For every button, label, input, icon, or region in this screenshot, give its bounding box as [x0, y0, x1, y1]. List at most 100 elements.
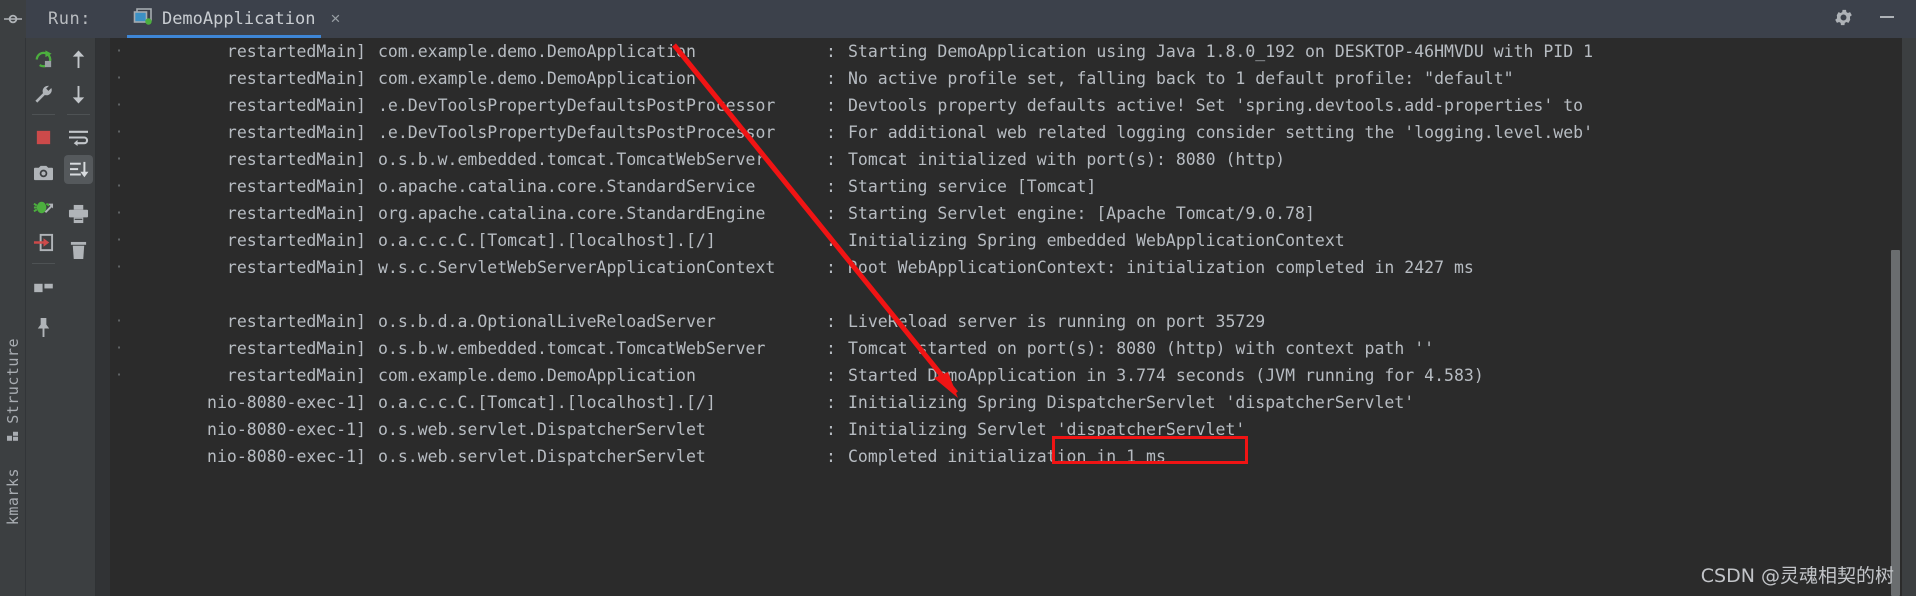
sidebar-item-label: Structure [3, 338, 22, 424]
log-thread: restartedMain] [226, 204, 366, 223]
log-line[interactable]: nio-8080-exec-1] o.a.c.c.C.[Tomcat].[loca… [96, 389, 1916, 416]
log-message: No active profile set, falling back to 1… [848, 69, 1514, 88]
minimize-icon[interactable] [1876, 7, 1898, 31]
soft-wrap-icon [69, 130, 89, 147]
log-thread: restartedMain] [226, 69, 366, 88]
stop-button[interactable] [26, 120, 61, 155]
log-thread: restartedMain] [226, 177, 366, 196]
close-icon[interactable]: × [330, 9, 340, 29]
toolbar-separator [67, 114, 90, 115]
log-thread: restartedMain] [226, 339, 366, 358]
log-line[interactable]: · restartedMain] .e.DevToolsPropertyDefaul… [96, 92, 1916, 119]
console-toolbar-secondary [61, 38, 96, 596]
log-thread: restartedMain] [226, 42, 366, 61]
gear-icon[interactable] [1833, 7, 1854, 32]
pin-icon [37, 318, 50, 337]
log-message: Root WebApplicationContext: initializati… [848, 258, 1474, 277]
log-thread: restartedMain] [226, 366, 366, 385]
rerun-green-arrow-icon [35, 50, 52, 68]
log-line[interactable]: · restartedMain] w.s.c.ServletWebServerApp… [96, 254, 1916, 281]
log-line[interactable]: · restartedMain] com.example.demo.DemoAppl… [96, 65, 1916, 92]
log-message: Devtools property defaults active! Set '… [848, 96, 1584, 115]
camera-icon [34, 165, 53, 181]
soft-wrap-button[interactable] [61, 120, 96, 155]
log-separator: : [826, 339, 836, 358]
log-message: Tomcat started on port(s): 8080 (http) w… [848, 339, 1435, 358]
sidebar-item-label: kmarks [3, 468, 22, 526]
log-logger: o.apache.catalina.core.StandardService [378, 177, 756, 196]
structure-icon [4, 431, 22, 443]
stop-red-square-icon [36, 130, 51, 145]
run-toolbar-primary [26, 38, 61, 596]
log-message: Starting DemoApplication using Java 1.8.… [848, 42, 1594, 61]
watermark: CSDN @灵魂相契的树 [1700, 565, 1894, 587]
log-line[interactable]: · restartedMain] o.apache.catalina.core.St… [96, 173, 1916, 200]
log-thread: nio-8080-exec-1] [207, 420, 366, 439]
run-toolwindow-header: Run: DemoApplication × [0, 0, 1916, 38]
sidebar-item-bookmarks[interactable]: kmarks [4, 468, 22, 525]
log-line[interactable]: · restartedMain] o.s.b.w.embedded.tomcat.T… [96, 146, 1916, 173]
console-scrollbar-track[interactable] [1902, 38, 1916, 596]
log-logger: com.example.demo.DemoApplication [378, 69, 696, 88]
log-separator: : [826, 96, 836, 115]
console-scrollbar-thumb[interactable] [1891, 250, 1900, 596]
log-thread: restartedMain] [226, 258, 366, 277]
log-separator: : [826, 204, 836, 223]
log-separator: : [826, 447, 836, 466]
log-logger: o.a.c.c.C.[Tomcat].[localhost].[/] [378, 393, 716, 412]
hide-toolwindow-icon [4, 14, 22, 24]
log-line[interactable]: · restartedMain] o.s.b.w.embedded.tomcat.T… [96, 335, 1916, 362]
log-logger: w.s.c.ServletWebServerApplicationContext [378, 258, 776, 277]
log-line[interactable]: · restartedMain] org.apache.catalina.core.… [96, 200, 1916, 227]
log-logger: org.apache.catalina.core.StandardEngine [378, 204, 766, 223]
print-button[interactable] [61, 196, 96, 231]
log-logger: .e.DevToolsPropertyDefaultsPostProcessor [378, 96, 776, 115]
log-logger: o.s.b.d.a.OptionalLiveReloadServer [378, 312, 716, 331]
screenshot-button[interactable] [26, 155, 61, 190]
collapse-handle[interactable] [0, 0, 26, 38]
log-line[interactable]: · restartedMain] .e.DevToolsPropertyDefaul… [96, 119, 1916, 146]
left-tool-rail: Structure kmarks [0, 38, 26, 596]
log-separator: : [826, 366, 836, 385]
log-thread: restartedMain] [226, 96, 366, 115]
scroll-to-end-button[interactable] [64, 155, 93, 184]
log-separator: : [826, 150, 836, 169]
log-line[interactable]: · restartedMain] com.example.demo.DemoAppl… [96, 362, 1916, 389]
log-line[interactable]: · restartedMain] com.example.demo.DemoAppl… [96, 38, 1916, 65]
log-message: Starting Servlet engine: [Apache Tomcat/… [848, 204, 1315, 223]
log-separator: : [826, 393, 836, 412]
edit-configuration-button[interactable] [26, 77, 61, 112]
green-bug-icon [33, 201, 54, 214]
log-logger: o.s.web.servlet.DispatcherServlet [378, 420, 706, 439]
console-output-panel[interactable]: · restartedMain] com.example.demo.DemoAppl… [96, 38, 1916, 596]
pin-tab-button[interactable] [26, 310, 61, 345]
printer-icon [68, 204, 89, 223]
log-separator: : [826, 123, 836, 142]
attach-debugger-button[interactable] [26, 190, 61, 225]
tab-demoapplication[interactable]: DemoApplication × [119, 0, 350, 38]
layout-button[interactable] [26, 270, 61, 305]
log-separator: : [826, 231, 836, 250]
rerun-button[interactable] [26, 42, 61, 77]
export-button[interactable] [26, 225, 61, 260]
log-logger: .e.DevToolsPropertyDefaultsPostProcessor [378, 123, 776, 142]
highlight-box-dispatcherservlet [1052, 436, 1248, 464]
log-line[interactable]: nio-8080-exec-1] o.s.web.servlet.Dispatch… [96, 416, 1916, 443]
tab-label: DemoApplication [161, 9, 316, 29]
toolbar-separator [32, 263, 55, 264]
scroll-up-button[interactable] [61, 42, 96, 77]
clear-all-button[interactable] [61, 233, 96, 268]
scroll-down-button[interactable] [61, 77, 96, 112]
sidebar-item-structure[interactable]: Structure [4, 338, 22, 443]
log-logger: o.a.c.c.C.[Tomcat].[localhost].[/] [378, 231, 716, 250]
log-line[interactable]: · restartedMain] o.s.b.d.a.OptionalLiveRel… [96, 308, 1916, 335]
log-message: Started DemoApplication in 3.774 seconds… [848, 366, 1484, 385]
log-line[interactable]: · restartedMain] o.a.c.c.C.[Tomcat].[local… [96, 227, 1916, 254]
log-message: For additional web related logging consi… [848, 123, 1594, 142]
ide-run-console-window: Run: DemoApplication × Structure kmarks … [0, 0, 1916, 596]
log-message: Initializing Spring DispatcherServlet 'd… [848, 393, 1415, 412]
log-separator: : [826, 177, 836, 196]
log-line[interactable]: nio-8080-exec-1] o.s.web.servlet.Dispatch… [96, 443, 1916, 470]
log-message: Tomcat initialized with port(s): 8080 (h… [848, 150, 1286, 169]
log-separator: : [826, 69, 836, 88]
